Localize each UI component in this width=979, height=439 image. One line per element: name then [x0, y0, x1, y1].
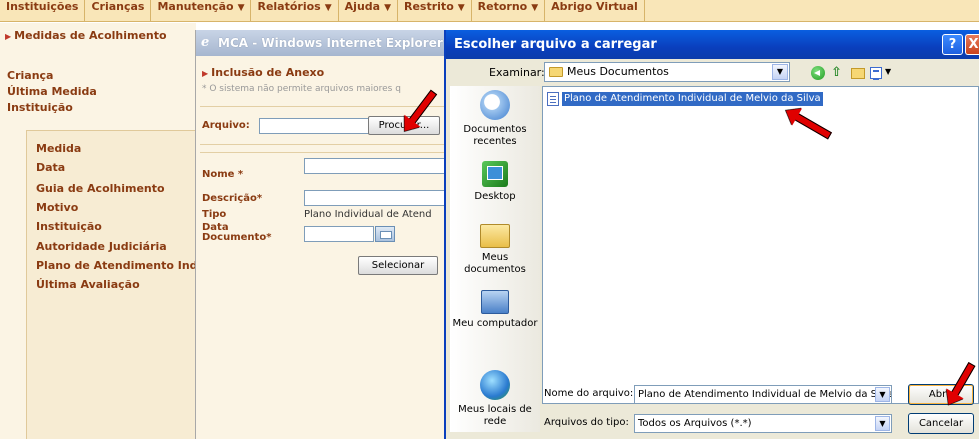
measure-details-box: Medida Data Guia de Acolhimento Motivo I… [26, 130, 208, 439]
chevron-down-icon[interactable]: ▼ [875, 416, 890, 431]
descricao-label: Descrição* [202, 193, 263, 204]
help-button[interactable]: ? [942, 34, 963, 55]
look-in-label: Examinar: [489, 66, 545, 79]
place-label: Desktop [474, 191, 516, 202]
menu-restrito[interactable]: Restrito ▼ [398, 0, 472, 22]
menu-criancas[interactable]: Crianças [85, 0, 152, 22]
menu-relatorios[interactable]: Relatórios ▼ [251, 0, 339, 22]
field-label-guia-acolhimento: Guia de Acolhimento [36, 182, 165, 195]
bullet-triangle-icon: ▶ [5, 32, 12, 41]
select-button[interactable]: Selecionar [358, 256, 438, 275]
internet-explorer-icon: e [201, 35, 210, 50]
places-bar: Documentos recentes Desktop Meus documen… [450, 86, 540, 432]
divider [200, 152, 448, 153]
ie-window-title: MCA - Windows Internet Explorer [218, 36, 443, 50]
place-label: Meus documentos [464, 252, 526, 275]
chevron-down-icon: ▼ [531, 3, 539, 13]
file-name-combo[interactable]: Plano de Atendimento Individual de Melvi… [634, 385, 892, 404]
close-button[interactable]: X [965, 34, 979, 55]
back-icon[interactable] [811, 66, 825, 80]
calendar-icon[interactable] [375, 226, 395, 242]
field-label-medida: Medida [36, 142, 82, 155]
file-type-label: Arquivos do tipo: [544, 417, 629, 428]
file-type-combo[interactable]: Todos os Arquivos (*.*) ▼ [634, 414, 892, 433]
place-my-computer[interactable]: Meu computador [450, 290, 540, 330]
file-list[interactable]: Plano de Atendimento Individual de Melvi… [542, 86, 979, 404]
cancel-button[interactable]: Cancelar [908, 413, 974, 434]
look-in-combo[interactable]: Meus Documentos ▼ [544, 62, 790, 82]
document-icon [547, 92, 559, 106]
file-size-note: * O sistema não permite arquivos maiores… [202, 84, 401, 94]
folder-icon [549, 67, 563, 77]
menu-retorno[interactable]: Retorno ▼ [472, 0, 546, 22]
field-label-instituicao-2: Instituição [36, 220, 102, 233]
dialog-title: Escolher arquivo a carregar [454, 37, 657, 52]
field-label-instituicao: Instituição [7, 101, 73, 114]
views-menu-icon[interactable] [870, 67, 882, 80]
file-name-value: Plano de Atendimento Individual de Melvi… [638, 389, 892, 400]
place-recent-documents[interactable]: Documentos recentes [450, 90, 540, 148]
menu-manutencao[interactable]: Manutenção ▼ [151, 0, 252, 22]
chevron-down-icon[interactable]: ▼ [875, 387, 890, 402]
menu-instituicoes[interactable]: Instituições [0, 0, 86, 22]
up-folder-icon[interactable]: ⇧ [831, 66, 845, 80]
dialog-title-bar[interactable]: Escolher arquivo a carregar [446, 30, 979, 59]
chevron-down-icon: ▼ [457, 3, 465, 13]
attachment-heading: ▶ Inclusão de Anexo [202, 66, 325, 79]
divider [200, 106, 448, 107]
field-label-data: Data [36, 161, 66, 174]
left-panel: ▶ Medidas de Acolhimento Criança Última M… [0, 23, 208, 439]
chevron-down-icon: ▼ [384, 3, 391, 13]
place-my-documents[interactable]: Meus documentos [450, 220, 540, 276]
my-computer-icon [481, 290, 509, 314]
chevron-down-icon[interactable]: ▼ [772, 64, 788, 80]
menu-ajuda[interactable]: Ajuda ▼ [339, 0, 398, 22]
look-in-value: Meus Documentos [567, 65, 669, 78]
breadcrumb[interactable]: ▶ Medidas de Acolhimento [5, 29, 167, 42]
ie-title-bar[interactable]: e MCA - Windows Internet Explorer [196, 30, 448, 56]
field-label-ultima-avaliacao: Última Avaliação [36, 278, 140, 291]
menu-abrigo-virtual[interactable]: Abrigo Virtual [545, 0, 645, 22]
top-menu-bar: Instituições Crianças Manutenção ▼ Relató… [0, 0, 979, 22]
field-label-crianca: Criança [7, 69, 54, 82]
recent-documents-icon [480, 90, 510, 120]
ie-popup-window: e MCA - Windows Internet Explorer ▶ Inclu… [195, 30, 448, 439]
chevron-down-icon[interactable]: ▼ [885, 67, 891, 76]
chevron-down-icon: ▼ [237, 3, 245, 13]
my-documents-icon [480, 224, 510, 248]
divider [200, 144, 448, 145]
nome-label: Nome * [202, 169, 244, 180]
open-button[interactable]: Abrir [908, 384, 974, 405]
file-name: Plano de Atendimento Individual de Melvi… [562, 92, 823, 106]
place-network[interactable]: Meus locais de rede [450, 370, 540, 428]
chevron-down-icon: ▼ [324, 3, 332, 13]
field-label-motivo: Motivo [36, 201, 79, 214]
file-type-value: Todos os Arquivos (*.*) [638, 418, 752, 429]
place-label: Meus locais de rede [458, 404, 532, 427]
new-folder-icon[interactable] [851, 68, 865, 79]
field-label-ultima-medida: Última Medida [7, 85, 97, 98]
tipo-value: Plano Individual de Atend [304, 209, 432, 220]
arquivo-label: Arquivo: [202, 120, 250, 131]
data-documento-input[interactable] [304, 226, 374, 242]
network-places-icon [480, 370, 510, 400]
list-item[interactable]: Plano de Atendimento Individual de Melvi… [547, 91, 823, 107]
arquivo-input[interactable] [259, 118, 369, 134]
desktop-icon [482, 161, 508, 187]
place-label: Meu computador [452, 318, 538, 329]
place-label: Documentos recentes [463, 124, 527, 147]
tipo-label: Tipo [202, 209, 227, 220]
bullet-triangle-icon: ▶ [202, 69, 209, 78]
file-open-dialog: Escolher arquivo a carregar ? X Examinar… [444, 30, 979, 439]
field-label-autoridade-judiciaria: Autoridade Judiciária [36, 240, 167, 253]
file-name-label: Nome do arquivo: [544, 388, 634, 399]
documento-label: Documento* [202, 232, 272, 243]
place-desktop[interactable]: Desktop [450, 161, 540, 203]
nome-input[interactable] [304, 158, 448, 174]
field-label-plano-atendimento: Plano de Atendimento Indiv [36, 259, 209, 272]
descricao-input[interactable] [304, 190, 448, 206]
ie-page-content: ▶ Inclusão de Anexo * O sistema não permi… [196, 56, 448, 439]
